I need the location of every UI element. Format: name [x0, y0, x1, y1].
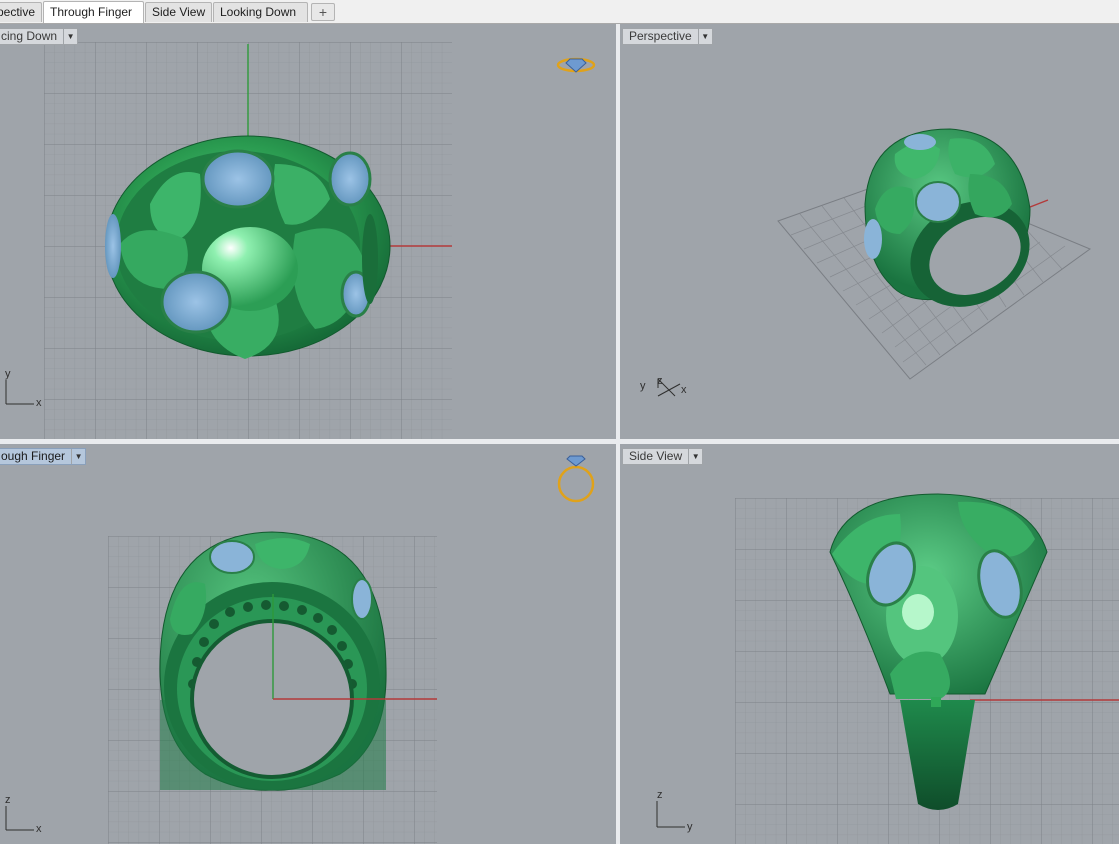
axis-label-z: z — [657, 789, 663, 801]
viewport-perspective[interactable]: Perspective ▼ y z x — [620, 24, 1119, 439]
viewport-title-perspective[interactable]: Perspective ▼ — [622, 28, 713, 45]
through-finger-scene — [5, 455, 595, 844]
tab-through-finger[interactable]: Through Finger — [43, 1, 144, 23]
viewport-side-view[interactable]: Side View ▼ z y — [620, 444, 1119, 844]
viewport-title-side-view[interactable]: Side View ▼ — [622, 448, 704, 465]
add-tab-button[interactable]: + — [311, 3, 335, 21]
axis-label-y: y — [640, 380, 646, 392]
tab-perspective[interactable]: pective — [0, 2, 42, 22]
axis-label-y: y — [5, 368, 11, 380]
axis-label-y: y — [687, 821, 693, 833]
ring-model-perspective[interactable] — [864, 128, 1048, 327]
axis-label-z: z — [5, 794, 11, 806]
diamond-ring-gumball-icon[interactable] — [556, 57, 596, 73]
tab-side-view[interactable]: Side View — [145, 2, 212, 22]
axis-label-x: x — [681, 384, 687, 396]
side-view-scene — [656, 493, 1119, 844]
tab-side-view-label: Side View — [152, 5, 206, 19]
tab-looking-down-label: Looking Down — [220, 5, 297, 19]
viewport-looking-down[interactable]: cing Down ▼ y x — [0, 24, 616, 439]
viewport-title-text: cing Down — [1, 29, 58, 43]
dropdown-arrow-icon[interactable]: ▼ — [697, 29, 712, 44]
viewport-through-finger[interactable]: ough Finger ▼ z x — [0, 444, 616, 844]
viewport-title-text: ough Finger — [1, 449, 66, 463]
plus-icon: + — [318, 4, 328, 20]
viewport-title-text: Side View — [629, 449, 683, 463]
tab-perspective-label: pective — [0, 5, 35, 19]
viewport-title-through-finger[interactable]: ough Finger ▼ — [0, 448, 87, 465]
viewport-title-text: Perspective — [629, 29, 692, 43]
dropdown-arrow-icon[interactable]: ▼ — [63, 29, 77, 44]
dropdown-arrow-icon[interactable]: ▼ — [688, 449, 702, 464]
viewport-title-looking-down[interactable]: cing Down ▼ — [0, 28, 79, 45]
axis-label-z: z — [657, 375, 663, 387]
view-tab-bar: pective Through Finger Side View Looking… — [0, 0, 1119, 24]
perspective-scene — [657, 128, 1092, 397]
tab-looking-down[interactable]: Looking Down — [213, 2, 308, 22]
axis-label-x: x — [36, 823, 42, 835]
tab-through-finger-label: Through Finger — [50, 5, 133, 19]
axis-label-x: x — [36, 397, 42, 409]
dropdown-arrow-icon[interactable]: ▼ — [71, 449, 85, 464]
looking-down-scene — [5, 42, 596, 439]
diamond-ring-gumball-icon[interactable] — [557, 455, 595, 503]
